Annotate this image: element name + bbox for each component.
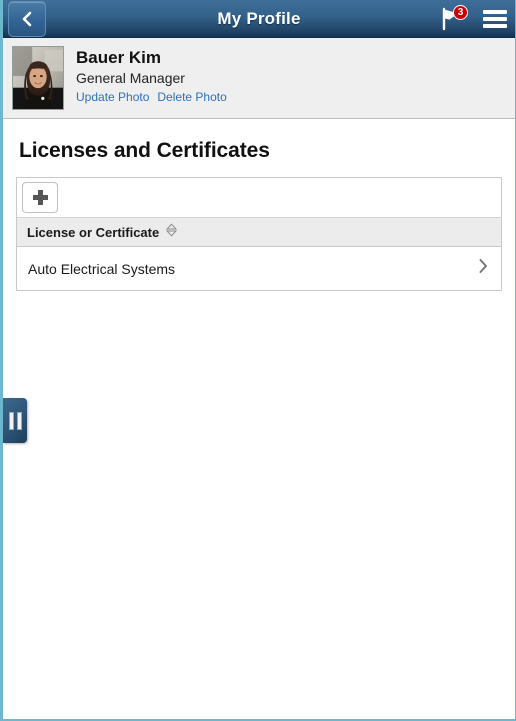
profile-photo-actions: Update Photo Delete Photo — [76, 90, 227, 104]
app-header: My Profile 3 — [3, 0, 515, 38]
table-row[interactable]: Auto Electrical Systems — [17, 247, 501, 290]
pause-handle-icon — [8, 411, 14, 430]
hamburger-menu-icon[interactable] — [483, 10, 507, 28]
pause-handle-icon — [16, 411, 22, 430]
plus-icon — [32, 190, 48, 205]
hamburger-bar — [483, 10, 507, 14]
notifications-button[interactable]: 3 — [439, 5, 468, 31]
header-actions: 3 — [439, 0, 507, 38]
chevron-right-icon — [477, 257, 489, 280]
flag-icon — [439, 7, 465, 35]
notification-badge: 3 — [453, 5, 468, 20]
employee-photo — [13, 47, 63, 109]
licenses-grid: License or Certificate Auto Electrical S… — [16, 177, 502, 291]
profile-role: General Manager — [76, 70, 185, 86]
grid-toolbar — [17, 178, 501, 218]
side-panel-handle[interactable] — [3, 398, 27, 443]
profile-panel: Bauer Kim General Manager Update Photo D… — [3, 38, 515, 119]
back-button[interactable] — [8, 1, 46, 37]
hamburger-bar — [483, 24, 507, 28]
chevron-left-icon — [18, 10, 36, 28]
profile-info: Bauer Kim General Manager Update Photo D… — [76, 46, 227, 104]
avatar — [12, 46, 64, 110]
delete-photo-link[interactable]: Delete Photo — [157, 90, 226, 104]
page-frame: My Profile 3 Bauer Kim General Manager U… — [0, 0, 516, 721]
sort-diamond-icon[interactable] — [166, 222, 178, 242]
grid-column-header-license[interactable]: License or Certificate — [17, 218, 501, 247]
column-header-label: License or Certificate — [27, 224, 160, 240]
profile-name: Bauer Kim — [76, 48, 162, 67]
section-title: Licenses and Certificates — [19, 139, 270, 162]
hamburger-bar — [483, 17, 507, 21]
main-content: Licenses and Certificates License or Cer… — [3, 119, 515, 291]
add-license-button[interactable] — [22, 182, 58, 213]
license-name: Auto Electrical Systems — [28, 260, 176, 277]
update-photo-link[interactable]: Update Photo — [76, 90, 149, 104]
